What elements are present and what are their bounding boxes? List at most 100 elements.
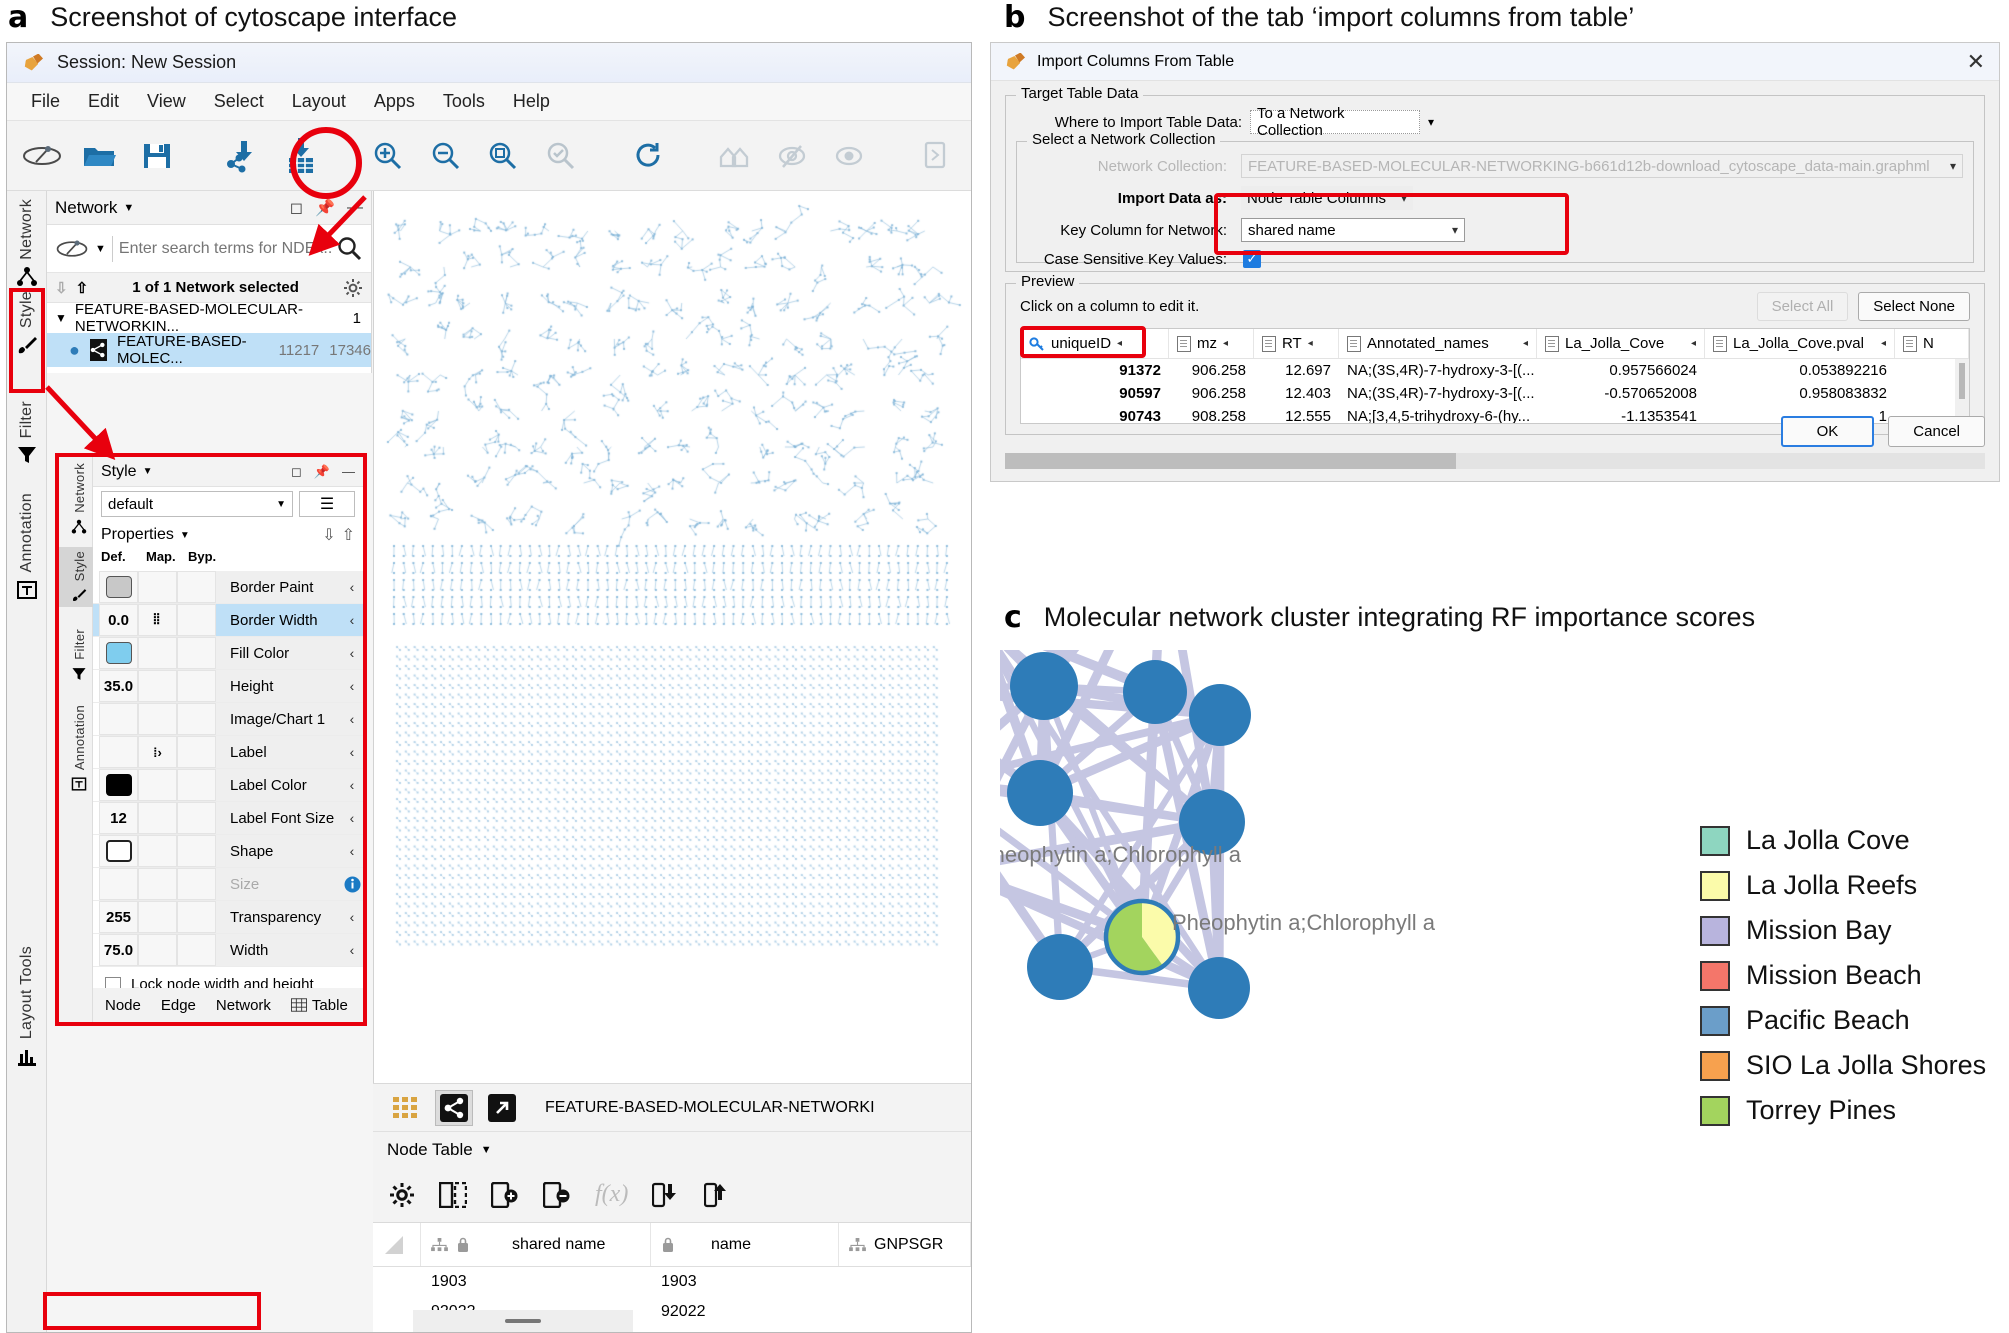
prop-bypass-cell[interactable]	[177, 604, 216, 636]
table-row[interactable]: 1903 1903	[373, 1267, 971, 1297]
export-table-icon[interactable]	[704, 1181, 732, 1209]
tab-node[interactable]: Node	[97, 993, 149, 1018]
expand-view-icon[interactable]	[483, 1090, 521, 1126]
dialog-hscrollbar[interactable]	[1005, 453, 1985, 469]
network-node[interactable]	[1123, 660, 1187, 724]
col-gnpsgr[interactable]: GNPSGR	[839, 1223, 971, 1266]
table-row[interactable]: Image/Chart 1 ‹	[93, 703, 363, 736]
prop-default-cell[interactable]	[99, 835, 138, 867]
chevron-left-icon[interactable]: ‹	[341, 769, 363, 801]
refresh-icon[interactable]	[627, 134, 669, 178]
network-view-canvas[interactable]	[373, 191, 971, 1083]
row-selector-col[interactable]	[373, 1223, 421, 1266]
zoom-out-icon[interactable]	[425, 134, 467, 178]
zoom-in-icon[interactable]	[367, 134, 409, 178]
save-icon[interactable]	[136, 134, 178, 178]
ndex-icon[interactable]	[55, 237, 89, 261]
triangle-left-icon[interactable]: ◂	[1117, 338, 1122, 349]
prop-bypass-cell[interactable]	[177, 571, 216, 603]
delete-column-icon[interactable]	[543, 1181, 571, 1208]
grid-view-icon[interactable]	[387, 1090, 425, 1126]
menu-select[interactable]: Select	[200, 87, 278, 116]
network-view-icon[interactable]	[435, 1089, 473, 1126]
prop-mapping-cell[interactable]	[138, 769, 177, 801]
sidebar-item-network[interactable]: Network	[7, 199, 47, 288]
expand-properties-icon[interactable]: ⇩	[322, 525, 335, 545]
prop-bypass-cell[interactable]	[177, 736, 216, 768]
show-icon[interactable]	[829, 134, 871, 178]
table-row[interactable]: Shape ‹	[93, 835, 363, 868]
prop-mapping-cell[interactable]	[138, 637, 177, 669]
preview-col-la-jolla-cove-pval[interactable]: La_Jolla_Cove.pval ◂	[1705, 329, 1895, 358]
preview-col-mz[interactable]: mz ◂	[1169, 329, 1254, 358]
table-row[interactable]: 35.0 Height ‹	[93, 670, 363, 703]
copy-icon[interactable]	[915, 134, 957, 178]
chevron-left-icon[interactable]: ‹	[341, 934, 363, 966]
function-icon[interactable]: f(x)	[595, 1181, 628, 1208]
table-resize-handle[interactable]	[413, 1310, 633, 1332]
float-panel-icon[interactable]: ◻	[291, 464, 302, 480]
menu-layout[interactable]: Layout	[278, 87, 360, 116]
add-column-icon[interactable]	[491, 1181, 519, 1208]
expand-all-icon[interactable]: ⇧	[76, 279, 89, 297]
table-row[interactable]: 90597 906.258 12.403 NA;(3S,4R)-7-hydrox…	[1021, 382, 1969, 405]
chevron-left-icon[interactable]: ‹	[341, 670, 363, 702]
preview-vscrollbar[interactable]	[1955, 359, 1969, 423]
table-row[interactable]: ⁞› Label ‹	[93, 736, 363, 769]
network-graph[interactable]	[374, 191, 971, 1083]
prop-mapping-cell[interactable]	[138, 934, 177, 966]
table-row[interactable]: 12 Label Font Size ‹	[93, 802, 363, 835]
sidebar-item-layout-tools[interactable]: Layout Tools	[7, 946, 47, 1067]
chevron-down-icon[interactable]: ▼	[180, 530, 190, 541]
style-menu-button[interactable]: ☰	[299, 491, 355, 517]
chevron-left-icon[interactable]: ‹	[341, 901, 363, 933]
where-to-import-select[interactable]: To a Network Collection	[1250, 105, 1420, 139]
gear-icon[interactable]	[343, 278, 363, 298]
menu-edit[interactable]: Edit	[74, 87, 133, 116]
tab-network[interactable]: Network	[208, 993, 279, 1018]
import-table-icon[interactable]	[652, 1181, 680, 1209]
chevron-down-icon[interactable]: ▾	[1428, 115, 1434, 129]
menu-file[interactable]: File	[17, 87, 74, 116]
network-node[interactable]	[1027, 934, 1093, 1000]
table-row[interactable]: Size	[93, 868, 363, 901]
prop-default-cell[interactable]	[99, 703, 138, 735]
col-shared-name[interactable]: shared name	[421, 1223, 651, 1266]
menu-view[interactable]: View	[133, 87, 200, 116]
prop-bypass-cell[interactable]	[177, 670, 216, 702]
prop-default-cell[interactable]: 255	[99, 901, 138, 933]
preview-col-rt[interactable]: RT ◂	[1254, 329, 1339, 358]
prop-mapping-cell[interactable]	[138, 703, 177, 735]
open-folder-icon[interactable]	[79, 134, 121, 178]
prop-mapping-cell[interactable]	[138, 670, 177, 702]
prop-mapping-cell[interactable]	[138, 901, 177, 933]
network-item-row[interactable]: ● FEATURE-BASED-MOLEC... 11217 17346	[47, 333, 371, 367]
prop-mapping-cell[interactable]	[138, 802, 177, 834]
sidebar-item-annotation[interactable]: Annotation	[7, 493, 47, 601]
prop-default-cell[interactable]	[99, 769, 138, 801]
table-row[interactable]: 255 Transparency ‹	[93, 901, 363, 934]
prop-mapping-cell[interactable]: ⁞›	[138, 736, 177, 768]
table-row[interactable]: 91372 906.258 12.697 NA;(3S,4R)-7-hydrox…	[1021, 359, 1969, 382]
prop-bypass-cell[interactable]	[177, 802, 216, 834]
select-none-button[interactable]: Select None	[1858, 292, 1970, 321]
chevron-left-icon[interactable]: ‹	[341, 835, 363, 867]
select-columns-icon[interactable]	[439, 1181, 467, 1208]
prop-bypass-cell[interactable]	[177, 769, 216, 801]
prop-mapping-cell[interactable]	[138, 571, 177, 603]
float-panel-icon[interactable]: ◻	[290, 198, 303, 218]
prop-default-cell[interactable]: 12	[99, 802, 138, 834]
chevron-down-icon[interactable]: ▼	[143, 466, 153, 477]
search-input[interactable]	[118, 239, 331, 258]
prop-default-cell[interactable]	[99, 571, 138, 603]
chevron-left-icon[interactable]: ‹	[341, 604, 363, 636]
hide-icon[interactable]	[771, 134, 813, 178]
node-table[interactable]: shared name name GNPSGR 1903 1903 92022	[373, 1223, 971, 1332]
network-node[interactable]	[1188, 957, 1250, 1019]
preview-table[interactable]: uniqueID ◂ mz ◂ RT ◂ Annotated_names ◂ L…	[1020, 328, 1970, 424]
preview-col-la-jolla-cove[interactable]: La_Jolla_Cove ◂	[1537, 329, 1705, 358]
triangle-left-icon[interactable]: ◂	[1691, 338, 1696, 349]
triangle-left-icon[interactable]: ◂	[1223, 338, 1228, 349]
prop-bypass-cell[interactable]	[177, 934, 216, 966]
prop-default-cell[interactable]	[99, 736, 138, 768]
